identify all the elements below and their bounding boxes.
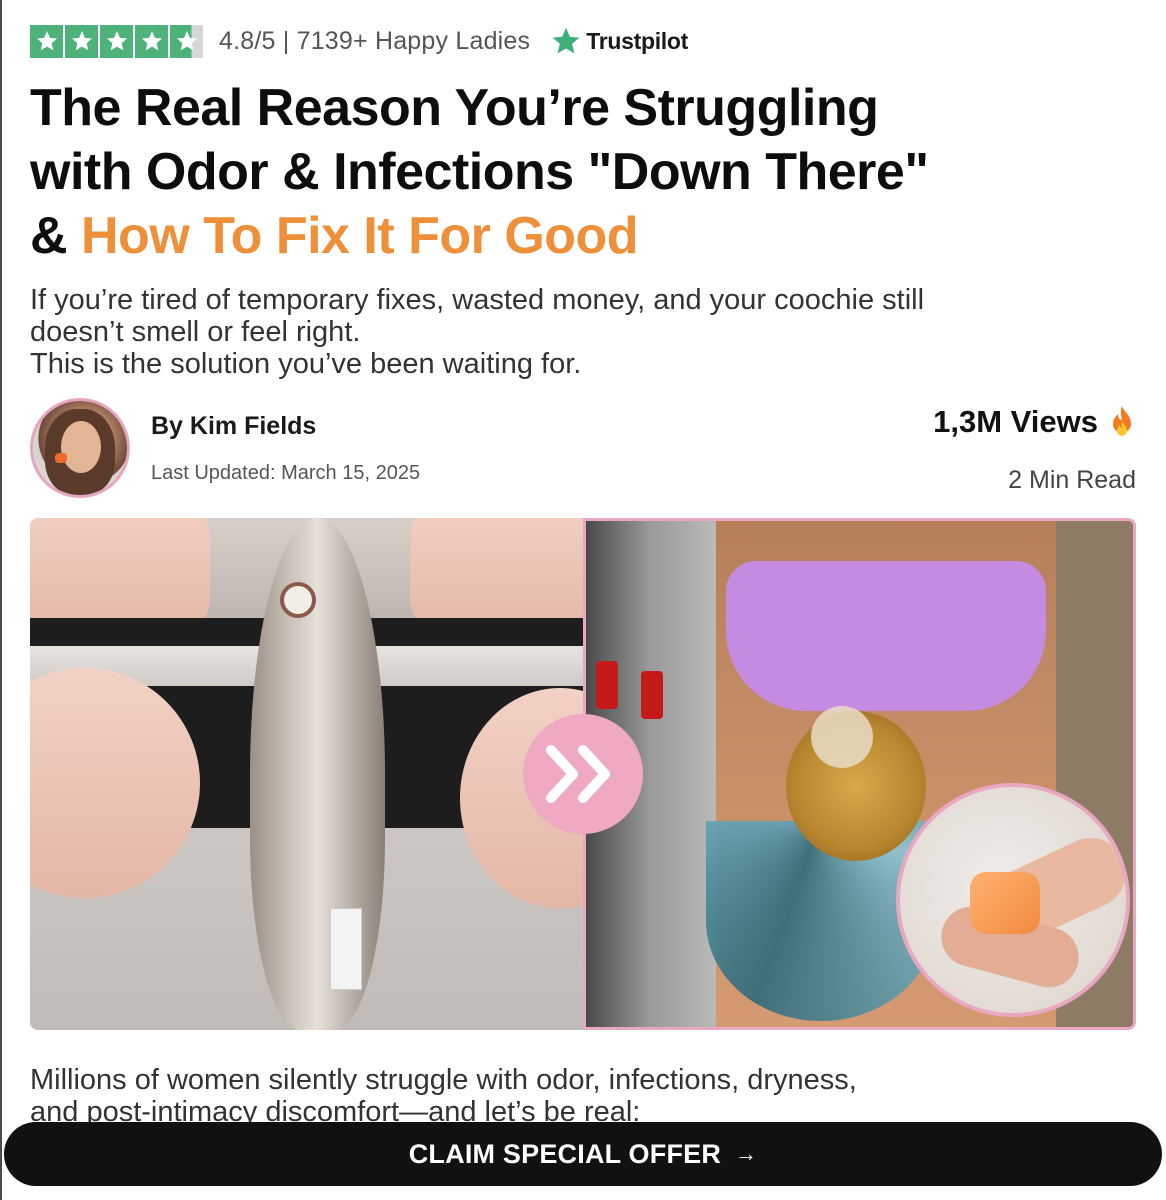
fish-eye [280,582,316,618]
gummy-inset [896,783,1130,1017]
trustpilot-label: Trustpilot [586,27,689,54]
subheadline-line-3: This is the solution you’ve been waiting… [30,348,582,380]
title-accent: How To Fix It For Good [81,207,639,265]
after-image [583,518,1136,1030]
before-image [30,518,660,1030]
intro-line-1: Millions of women silently struggle with… [30,1064,857,1096]
seat-buckle [596,661,618,709]
page-title: The Real Reason You’re Struggling with O… [30,76,1140,268]
title-line-1: The Real Reason You’re Struggling [30,79,879,137]
dial-shape [811,706,873,768]
rating-bar: 4.8/5 | 7139+ Happy Ladies Trustpilot [30,24,688,58]
hero-image [30,518,1136,1030]
subheadline-line-1: If you’re tired of temporary fixes, wast… [30,284,925,316]
author-meta: By Kim Fields Last Updated: March 15, 20… [30,398,1136,498]
intro-paragraph: Millions of women silently struggle with… [30,1064,1140,1128]
last-updated: Last Updated: March 15, 2025 [151,462,421,484]
purple-shorts [726,561,1046,711]
subheadline-line-2: doesn’t smell or feel right. [30,316,361,348]
avatar-face [61,421,101,473]
window-edge [0,0,2,1200]
fire-icon [1113,406,1131,436]
avatar-gummy [55,453,67,463]
rating-summary: 4.8/5 | 7139+ Happy Ladies [219,26,531,55]
star-icon [65,24,98,58]
arrow-right-icon: → [735,1141,758,1166]
star-half-icon [170,24,203,58]
star-icon [100,24,133,58]
trustpilot-logo: Trustpilot [550,25,688,57]
subheadline: If you’re tired of temporary fixes, wast… [30,284,1140,380]
read-time: 2 Min Read [1008,466,1136,494]
author-name: By Kim Fields [151,412,317,440]
title-prefix: & [30,207,81,265]
title-line-2: with Odor & Infections "Down There" [30,143,929,201]
claim-offer-button[interactable]: CLAIM SPECIAL OFFER → [4,1122,1162,1186]
view-count-label: 1,3M Views [933,404,1098,439]
gummy-shape [970,872,1040,934]
seat-buckle [641,671,663,719]
view-count: 1,3M Views [933,404,1136,440]
star-icon [30,24,63,58]
avatar [30,398,130,498]
fish-shape [250,518,385,1030]
star-rating [30,24,203,58]
trustpilot-star-icon [552,27,580,54]
star-icon [135,24,168,58]
double-chevron-right-icon [523,714,643,834]
claim-offer-label: CLAIM SPECIAL OFFER [408,1138,722,1169]
title-line-3: & How To Fix It For Good [30,204,1140,268]
fish-tag [330,908,362,990]
